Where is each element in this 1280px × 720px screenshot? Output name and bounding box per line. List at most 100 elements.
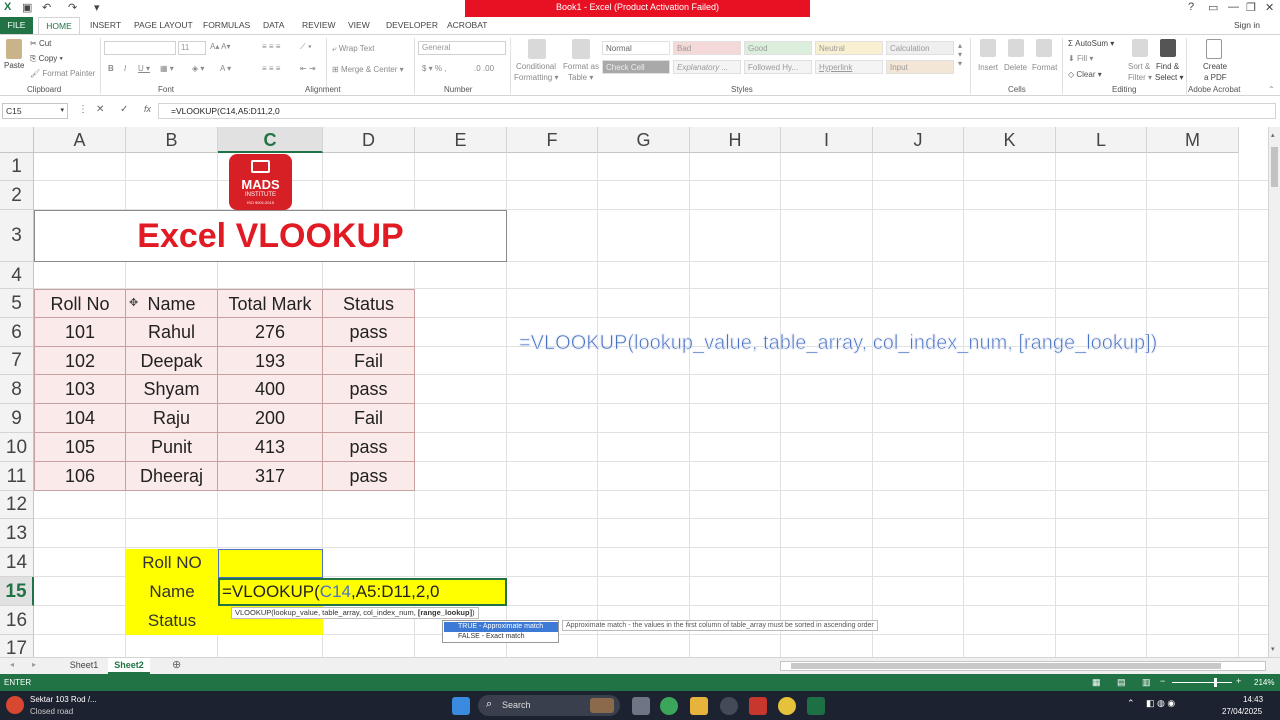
chrome-icon[interactable] (778, 697, 796, 715)
tab-formulas[interactable]: FORMULAS (203, 20, 250, 30)
weather-line1[interactable]: Sektar 103 Rod /... (30, 695, 97, 704)
column-header-h[interactable]: H (690, 127, 781, 153)
row-header-4[interactable]: 4 (0, 262, 34, 289)
style-explanatory[interactable]: Explanatory ... (673, 60, 741, 74)
table-cell-name[interactable]: Deepak (126, 347, 218, 375)
clock-time[interactable]: 14:43 (1243, 695, 1263, 704)
sort-filter-line1[interactable]: Sort & (1128, 62, 1150, 71)
find-select-line1[interactable]: Find & (1156, 62, 1179, 71)
create-pdf-line1[interactable]: Create (1203, 62, 1227, 71)
decimal-icons[interactable]: .0 .00 (474, 64, 494, 73)
column-header-b[interactable]: B (126, 127, 218, 153)
table-cell-roll-no[interactable]: 104 (34, 404, 126, 433)
minimize-button[interactable]: — (1228, 1, 1239, 13)
column-header-f[interactable]: F (507, 127, 598, 153)
page-layout-view-icon[interactable]: ▤ (1117, 677, 1126, 688)
format-cells-button[interactable]: Format (1032, 63, 1057, 72)
table-cell-total-mark[interactable]: 400 (218, 375, 323, 404)
table-header-roll-no[interactable]: Roll No (34, 289, 126, 318)
table-cell-status[interactable]: pass (323, 462, 415, 491)
paste-button[interactable]: Paste (4, 61, 24, 70)
start-icon[interactable] (452, 697, 470, 715)
column-header-e[interactable]: E (415, 127, 507, 153)
table-header-total-mark[interactable]: Total Mark (218, 289, 323, 318)
table-cell-roll-no[interactable]: 105 (34, 433, 126, 462)
style-normal[interactable]: Normal (602, 41, 670, 55)
name-formula-cell[interactable]: =VLOOKUP(C14,A5:D11,2,0 (218, 578, 507, 606)
file-explorer-icon[interactable] (690, 697, 708, 715)
zoom-level[interactable]: 214% (1254, 678, 1274, 687)
tab-review[interactable]: REVIEW (302, 20, 336, 30)
close-button[interactable]: ✕ (1265, 1, 1274, 14)
add-sheet-icon[interactable]: ⊕ (172, 658, 181, 671)
bold-icon[interactable]: B (108, 64, 114, 73)
find-select-line2[interactable]: Select ▾ (1155, 73, 1183, 82)
option-false-exact[interactable]: FALSE - Exact match (444, 632, 558, 642)
table-cell-status[interactable]: pass (323, 433, 415, 462)
row-header-15[interactable]: 15 (0, 577, 34, 606)
conditional-formatting-line2[interactable]: Formatting ▾ (514, 73, 558, 82)
style-bad[interactable]: Bad (673, 41, 741, 55)
zoom-out-icon[interactable]: − (1160, 676, 1165, 686)
option-true-approximate[interactable]: TRUE - Approximate match (444, 622, 558, 632)
sort-filter-icon[interactable] (1132, 39, 1148, 57)
find-select-icon[interactable] (1160, 39, 1176, 57)
clock-date[interactable]: 27/04/2025 (1222, 707, 1262, 716)
table-header-status[interactable]: Status (323, 289, 415, 318)
table-cell-total-mark[interactable]: 200 (218, 404, 323, 433)
number-format-box[interactable]: General (418, 41, 506, 55)
row-header-9[interactable]: 9 (0, 404, 34, 433)
horizontal-scroll-thumb[interactable] (791, 663, 1221, 669)
cut-button[interactable]: ✂ Cut (30, 39, 51, 48)
format-as-table-line1[interactable]: Format as (563, 62, 599, 71)
fill-button[interactable]: ⬇ Fill ▾ (1068, 54, 1093, 63)
vertical-scroll-thumb[interactable] (1271, 147, 1278, 187)
style-input[interactable]: Input (886, 60, 954, 74)
style-good[interactable]: Good (744, 41, 812, 55)
tab-acrobat[interactable]: ACROBAT (447, 20, 487, 30)
accounting-format-icon[interactable]: $ ▾ % , (422, 64, 446, 73)
table-header-name[interactable]: Name (126, 289, 218, 318)
restore-button[interactable]: ❐ (1246, 1, 1256, 14)
wrap-text-button[interactable]: ⤶ Wrap Text (332, 44, 374, 54)
column-header-i[interactable]: I (781, 127, 873, 153)
table-cell-roll-no[interactable]: 106 (34, 462, 126, 491)
row-header-10[interactable]: 10 (0, 433, 34, 462)
table-cell-status[interactable]: pass (323, 318, 415, 347)
settings-icon[interactable] (720, 697, 738, 715)
column-header-a[interactable]: A (34, 127, 126, 153)
tab-developer[interactable]: DEVELOPER (386, 20, 438, 30)
style-check-cell[interactable]: Check Cell (602, 60, 670, 74)
row-header-8[interactable]: 8 (0, 375, 34, 404)
table-cell-status[interactable]: pass (323, 375, 415, 404)
normal-view-icon[interactable]: ▦ (1092, 677, 1101, 688)
table-cell-total-mark[interactable]: 413 (218, 433, 323, 462)
column-header-c[interactable]: C (218, 127, 323, 153)
name-box[interactable]: C15 ▾ (2, 103, 68, 119)
tab-view[interactable]: VIEW (348, 20, 370, 30)
format-as-table-icon[interactable] (572, 39, 590, 59)
worksheet-grid[interactable]: ABCDEFGHIJKLM 1 2 3 4 5 6 7 8 9 10 11 12 13 14 15 16 17 … (0, 127, 1268, 657)
tray-overflow-icon[interactable]: ⌃ (1127, 698, 1135, 709)
table-cell-roll-no[interactable]: 103 (34, 375, 126, 404)
style-calculation[interactable]: Calculation (886, 41, 954, 55)
tab-insert[interactable]: INSERT (90, 20, 121, 30)
style-hyperlink[interactable]: Hyperlink (815, 60, 883, 74)
table-cell-status[interactable]: Fail (323, 404, 415, 433)
row-header-2[interactable]: 2 (0, 181, 34, 210)
create-pdf-icon[interactable] (1206, 39, 1222, 59)
font-color-icon[interactable]: A ▾ (220, 64, 231, 73)
row-header-7[interactable]: 7 (0, 347, 34, 375)
align-left-icons[interactable]: ≡ ≡ ≡ (262, 64, 280, 73)
row-header-13[interactable]: 13 (0, 519, 34, 548)
column-header-j[interactable]: J (873, 127, 964, 153)
tab-page-layout[interactable]: PAGE LAYOUT (134, 20, 193, 30)
conditional-formatting-line1[interactable]: Conditional (516, 62, 556, 71)
format-cells-icon[interactable] (1036, 39, 1052, 57)
orientation-icon[interactable]: ⟋ ▾ (300, 42, 312, 52)
table-cell-name[interactable]: Raju (126, 404, 218, 433)
cancel-entry-icon[interactable]: ✕ (96, 104, 104, 115)
table-cell-total-mark[interactable]: 193 (218, 347, 323, 375)
row-header-14[interactable]: 14 (0, 548, 34, 577)
collapse-ribbon-icon[interactable]: ⌃ (1268, 85, 1275, 94)
